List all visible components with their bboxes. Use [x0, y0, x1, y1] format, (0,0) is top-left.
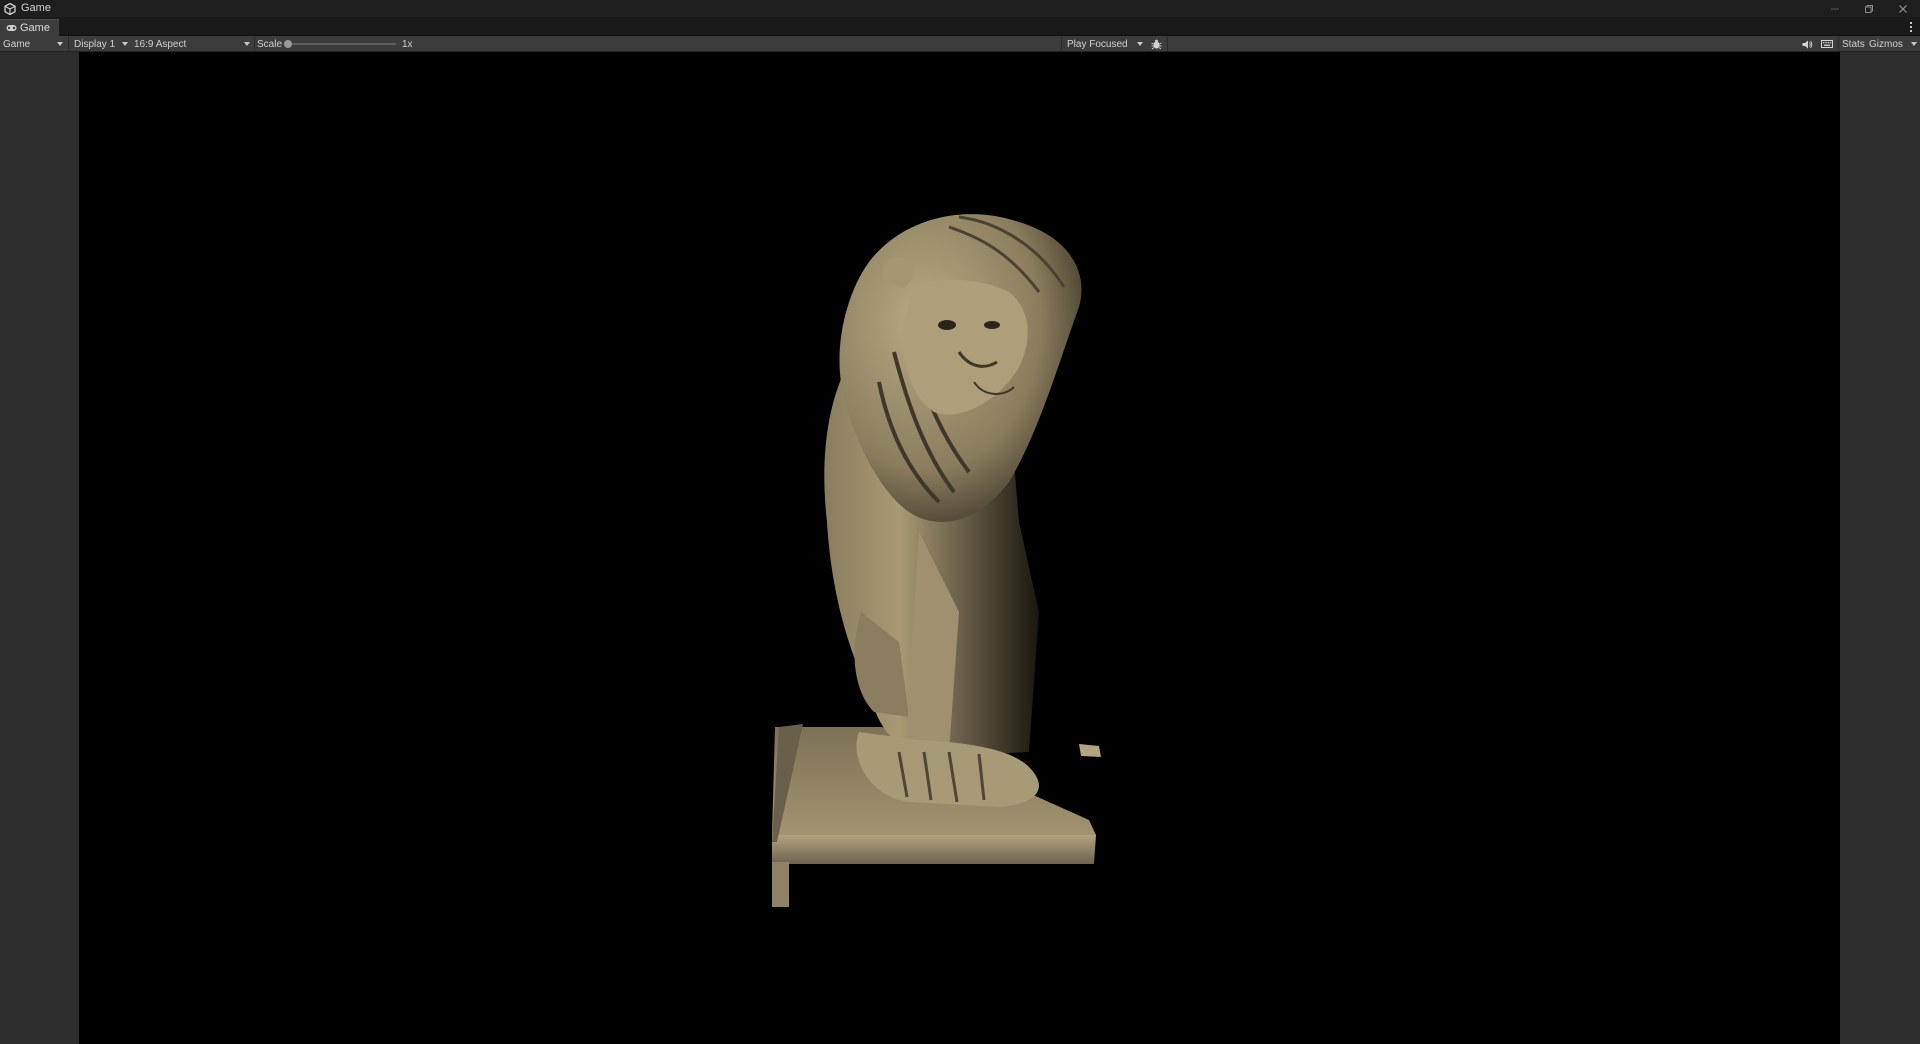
aspect-dropdown[interactable]: 16:9 Aspect	[134, 36, 252, 52]
toolbar-divider	[1061, 37, 1062, 51]
tab-game-label: Game	[20, 22, 50, 34]
chevron-down-icon	[244, 42, 250, 46]
scale-slider-thumb[interactable]	[284, 40, 292, 48]
play-mode-label: Play Focused	[1067, 38, 1128, 50]
toolbar-divider	[1167, 37, 1168, 51]
minimize-icon	[1831, 8, 1839, 9]
unity-logo-icon	[3, 2, 17, 16]
speaker-icon[interactable]	[1799, 36, 1815, 52]
more-options-icon[interactable]	[1906, 19, 1916, 34]
tab-game[interactable]: Game	[0, 19, 59, 36]
game-view-panel	[0, 52, 1920, 1044]
toolbar-divider	[254, 37, 255, 51]
close-button[interactable]	[1886, 0, 1920, 17]
keyboard-icon[interactable]	[1819, 36, 1835, 52]
gizmos-dropdown[interactable]: Gizmos	[1869, 36, 1919, 52]
play-mode-dropdown[interactable]: Play Focused	[1067, 36, 1145, 52]
display-label: Display 1	[74, 38, 116, 50]
toolbar-divider	[1838, 37, 1839, 51]
tab-strip: Game	[0, 17, 1920, 36]
minimize-button[interactable]	[1818, 0, 1852, 17]
close-icon	[1899, 4, 1907, 13]
lion-statue-render	[772, 214, 1101, 907]
chevron-down-icon	[1911, 42, 1917, 46]
scale-value: 1x	[402, 38, 413, 50]
window-title: Game	[21, 2, 51, 14]
view-type-label: Game	[3, 38, 31, 50]
display-dropdown[interactable]: Display 1	[74, 36, 130, 52]
view-type-dropdown[interactable]: Game	[3, 36, 65, 52]
gizmos-label: Gizmos	[1869, 38, 1903, 50]
restore-icon	[1865, 4, 1873, 13]
chevron-down-icon	[1137, 42, 1143, 46]
scale-slider-track[interactable]	[288, 43, 396, 45]
window-controls	[1818, 0, 1920, 17]
restore-button[interactable]	[1852, 0, 1886, 17]
game-view-toolbar: Game Display 1 16:9 Aspect Scale 1x Play…	[0, 36, 1920, 52]
chevron-down-icon	[122, 42, 128, 46]
game-render-area[interactable]	[79, 52, 1840, 1044]
gamepad-icon	[6, 24, 17, 32]
aspect-label: 16:9 Aspect	[134, 38, 187, 50]
bug-icon[interactable]	[1148, 36, 1164, 52]
window-title-bar: Game	[0, 0, 1920, 17]
scale-label: Scale	[257, 38, 283, 50]
stats-button[interactable]: Stats	[1842, 36, 1865, 52]
toolbar-divider	[68, 37, 69, 51]
chevron-down-icon	[57, 42, 63, 46]
